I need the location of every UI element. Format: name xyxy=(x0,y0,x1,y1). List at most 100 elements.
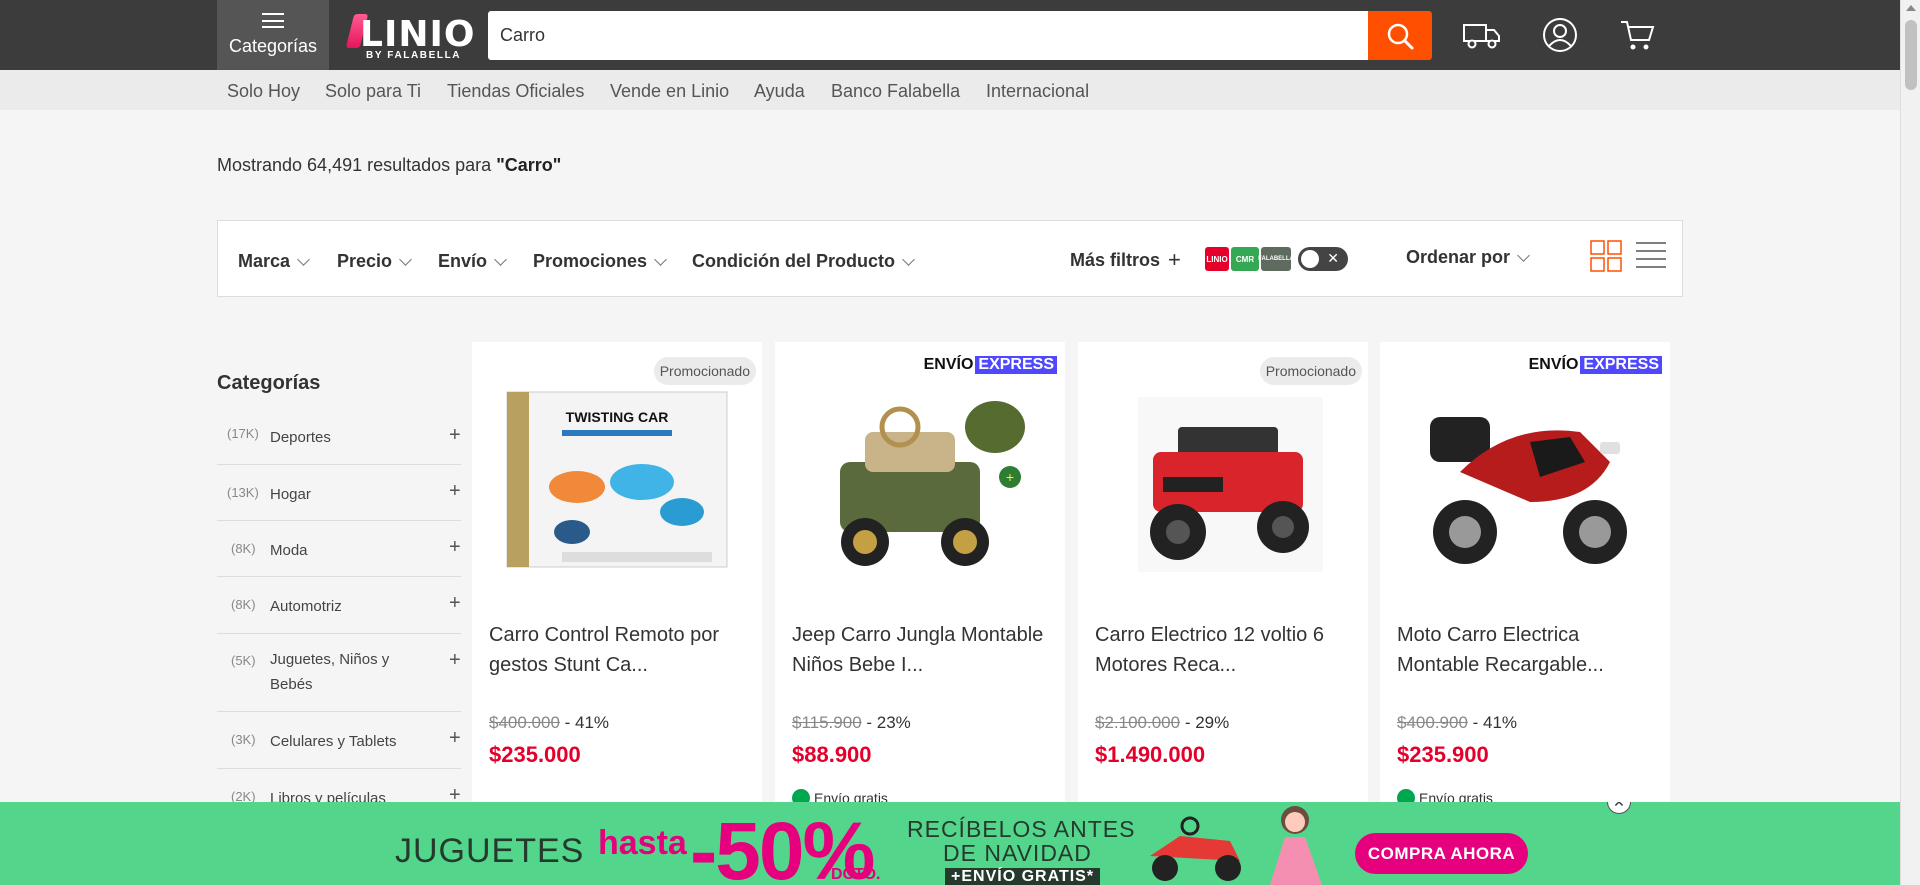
more-filters-button[interactable]: Más filtros + xyxy=(1070,247,1181,273)
category-label: Automotriz xyxy=(270,598,342,615)
express-label-1: ENVÍO xyxy=(1528,356,1579,373)
promo-banner[interactable]: JUGUETES hasta -50% DCTO. RECÍBELOS ANTE… xyxy=(0,802,1900,885)
top-header: Categorías LINIO BY FALABELLA Carro xyxy=(0,0,1900,70)
filter-label: Precio xyxy=(337,251,393,271)
product-name[interactable]: Carro Electrico 12 voltio 6 Motores Reca… xyxy=(1095,620,1355,680)
sidebar-item-celulares[interactable]: (3K) Celulares y Tablets + xyxy=(217,712,461,769)
sidebar-item-deportes[interactable]: (17K) Deportes + xyxy=(217,420,461,465)
banner-close-icon[interactable]: ✕ xyxy=(1607,802,1631,814)
filter-marca[interactable]: Marca xyxy=(238,251,310,272)
banner-dcto: DCTO. xyxy=(831,866,881,883)
secondary-nav: Solo Hoy Solo para Ti Tiendas Oficiales … xyxy=(0,70,1900,110)
plus-icon: + xyxy=(1168,247,1181,272)
chevron-down-icon xyxy=(902,252,915,266)
chevron-down-icon xyxy=(654,252,667,266)
nav-tiendas-oficiales[interactable]: Tiendas Oficiales xyxy=(447,81,584,102)
category-count: (8K) xyxy=(231,541,256,556)
category-label: Juguetes, Niños y Bebés xyxy=(270,651,390,693)
sidebar-item-hogar[interactable]: (13K) Hogar + xyxy=(217,465,461,521)
sort-label: Ordenar por xyxy=(1406,247,1511,267)
compra-ahora-button[interactable]: COMPRA AHORA xyxy=(1355,833,1528,874)
filter-condicion[interactable]: Condición del Producto xyxy=(692,251,915,272)
user-account-icon[interactable] xyxy=(1540,16,1580,54)
banner-juguetes: JUGUETES xyxy=(395,832,585,870)
current-price: $235.900 xyxy=(1397,742,1489,767)
sidebar-item-juguetes[interactable]: (5K) Juguetes, Niños y Bebés + xyxy=(217,634,461,712)
nav-banco-falabella[interactable]: Banco Falabella xyxy=(831,81,960,102)
sidebar-item-moda[interactable]: (8K) Moda + xyxy=(217,521,461,577)
category-label: Moda xyxy=(270,542,308,559)
price-row: $400.000 - 41% xyxy=(489,713,609,733)
sidebar-item-automotriz[interactable]: (8K) Automotriz + xyxy=(217,577,461,634)
expand-plus-icon[interactable]: + xyxy=(449,649,461,672)
stunt-car-box-image[interactable]: TWISTING CAR xyxy=(502,382,732,582)
product-name[interactable]: Carro Control Remoto por gestos Stunt Ca… xyxy=(489,620,749,680)
hamburger-icon xyxy=(262,13,284,28)
categories-menu-button[interactable]: Categorías xyxy=(217,0,329,70)
nav-solo-para-ti[interactable]: Solo para Ti xyxy=(325,81,421,102)
shopping-cart-icon[interactable] xyxy=(1617,16,1657,54)
scroll-thumb[interactable] xyxy=(1905,20,1917,90)
grid-view-icon[interactable] xyxy=(1590,240,1622,277)
product-card[interactable]: ENVÍO EXPRESS Moto Carro Electrica Montab… xyxy=(1380,342,1670,812)
discount: - 41% xyxy=(1472,713,1518,732)
nav-internacional[interactable]: Internacional xyxy=(986,81,1089,102)
filter-label: Marca xyxy=(238,251,291,271)
express-label-1: ENVÍO xyxy=(923,356,974,373)
filter-promociones[interactable]: Promociones xyxy=(533,251,667,272)
search-input[interactable]: Carro xyxy=(488,11,1368,60)
store-filter-toggle[interactable]: ✕ xyxy=(1298,247,1348,271)
logo-word: LINIO xyxy=(360,14,476,55)
go-kart-image xyxy=(1150,816,1241,881)
logo-subtitle: BY FALABELLA xyxy=(366,50,462,61)
filter-precio[interactable]: Precio xyxy=(337,251,412,272)
price-row: $400.900 - 41% xyxy=(1397,713,1517,733)
expand-plus-icon[interactable]: + xyxy=(449,592,461,615)
expand-plus-icon[interactable]: + xyxy=(449,480,461,503)
express-label-2: EXPRESS xyxy=(975,356,1057,374)
expand-plus-icon[interactable]: + xyxy=(449,424,461,447)
nav-solo-hoy[interactable]: Solo Hoy xyxy=(227,81,300,102)
jeep-ride-on-image[interactable]: + xyxy=(805,382,1035,582)
search-button[interactable] xyxy=(1368,11,1432,60)
toggle-knob xyxy=(1301,250,1319,268)
product-card[interactable]: Promocionado TWISTING CAR Carro Control … xyxy=(472,342,762,812)
category-count: (13K) xyxy=(227,485,259,500)
category-label: Celulares y Tablets xyxy=(270,733,397,750)
expand-plus-icon[interactable]: + xyxy=(449,536,461,559)
results-query: "Carro" xyxy=(496,155,562,175)
expand-plus-icon[interactable]: + xyxy=(449,727,461,750)
linio-badge-icon: LINIO xyxy=(1205,247,1229,271)
product-name[interactable]: Jeep Carro Jungla Montable Niños Bebe I.… xyxy=(792,620,1052,680)
filter-bar: Marca Precio Envío Promociones Condición… xyxy=(217,220,1683,297)
product-card[interactable]: ENVÍO EXPRESS + Jeep Carro Jungla Montabl… xyxy=(775,342,1065,812)
category-count: (3K) xyxy=(231,732,256,747)
filter-label: Promociones xyxy=(533,251,648,271)
delivery-truck-icon[interactable] xyxy=(1462,16,1502,54)
scroll-up-arrow-icon[interactable] xyxy=(1906,5,1916,11)
express-label-2: EXPRESS xyxy=(1580,356,1662,374)
category-label: Hogar xyxy=(270,486,311,503)
page-scrollbar[interactable] xyxy=(1900,0,1920,885)
product-name[interactable]: Moto Carro Electrica Montable Recargable… xyxy=(1397,620,1657,680)
doll-image xyxy=(1270,806,1322,885)
category-count: (5K) xyxy=(231,653,256,668)
chevron-down-icon xyxy=(1517,248,1530,262)
list-view-icon[interactable] xyxy=(1636,241,1666,276)
filter-envio[interactable]: Envío xyxy=(438,251,507,272)
electric-motorbike-image[interactable] xyxy=(1410,382,1640,582)
search-icon xyxy=(1387,23,1414,49)
sort-dropdown[interactable]: Ordenar por xyxy=(1406,247,1530,268)
envio-express-badge: ENVÍO EXPRESS xyxy=(924,356,1057,374)
discount: - 23% xyxy=(866,713,911,732)
price-row: $2.100.000 - 29% xyxy=(1095,713,1229,733)
linio-logo[interactable]: LINIO BY FALABELLA xyxy=(345,10,474,62)
product-card[interactable]: Promocionado Carro Electrico 12 voltio 6… xyxy=(1078,342,1368,812)
banner-recibe-line-1: RECÍBELOS ANTES xyxy=(907,816,1136,842)
category-count: (8K) xyxy=(231,597,256,612)
categories-menu-label: Categorías xyxy=(228,36,318,56)
red-electric-jeep-image[interactable] xyxy=(1108,382,1338,582)
more-filters-label: Más filtros xyxy=(1070,249,1161,270)
nav-ayuda[interactable]: Ayuda xyxy=(754,81,805,102)
nav-vende-en-linio[interactable]: Vende en Linio xyxy=(610,81,729,102)
